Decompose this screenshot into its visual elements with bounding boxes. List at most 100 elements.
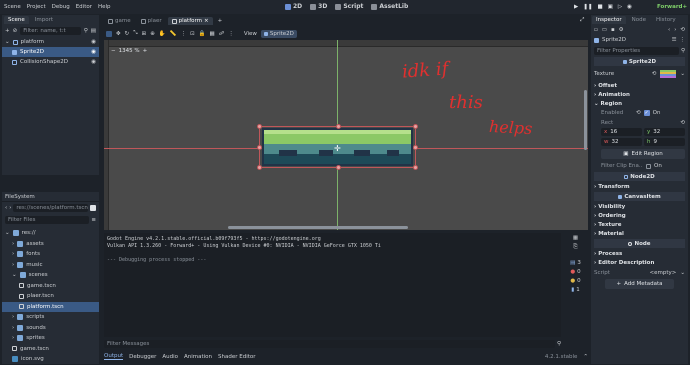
renderer-select[interactable]: Forward+ xyxy=(657,4,687,10)
sprite-selection-box[interactable]: ✛ xyxy=(257,124,418,170)
pause-icon[interactable]: ❚❚ xyxy=(583,4,592,10)
menu-editor[interactable]: Editor xyxy=(76,4,92,10)
pivot-icon[interactable]: ✛ xyxy=(334,144,341,153)
section-animation[interactable]: › Animation xyxy=(591,90,688,99)
new-resource-icon[interactable]: ▫ xyxy=(594,27,598,33)
collapse-arrow-icon[interactable]: › xyxy=(12,251,14,257)
stop-icon[interactable]: ■ xyxy=(597,4,602,10)
zoom-level[interactable]: 1345 % xyxy=(119,48,140,54)
tab-game[interactable]: game xyxy=(104,17,135,25)
tree-item-collisionshape2d[interactable]: CollisionShape2D ◉ xyxy=(2,57,99,67)
collapse-arrow-icon[interactable]: › xyxy=(12,314,14,320)
filesystem-item[interactable]: › sounds xyxy=(2,323,99,334)
view-menu[interactable]: View xyxy=(244,31,257,37)
script-value[interactable]: <empty> xyxy=(650,270,677,276)
selectable-tool-icon[interactable]: ⊞ xyxy=(142,31,147,37)
section-visibility[interactable]: › Visibility xyxy=(591,202,688,211)
filesystem-item[interactable]: ⌄ scenes xyxy=(2,270,99,281)
tab-node[interactable]: Node xyxy=(628,16,650,24)
play-icon[interactable]: ▶ xyxy=(574,4,578,10)
rect-h-field[interactable]: h9 xyxy=(644,138,685,146)
output-log[interactable]: Godot Engine v4.2.1.stable.official.b09f… xyxy=(104,233,561,337)
tree-item-platform[interactable]: ⌄ platform ◉ xyxy=(2,37,99,47)
movie-icon[interactable]: ◉ xyxy=(627,4,632,10)
tab-scene[interactable]: Scene xyxy=(4,16,29,24)
collapse-arrow-icon[interactable]: › xyxy=(12,335,14,341)
distraction-free-icon[interactable]: ⤢ xyxy=(580,17,584,24)
filter-message-count[interactable]: ▮ 1 xyxy=(571,287,580,293)
add-node-icon[interactable]: + xyxy=(5,28,10,34)
section-region[interactable]: ⌄ Region xyxy=(591,99,688,108)
section-transform[interactable]: › Transform xyxy=(591,182,688,191)
menu-project[interactable]: Project xyxy=(27,4,46,10)
search-icon[interactable]: ⚲ xyxy=(557,341,561,347)
filesystem-item[interactable]: › sprites xyxy=(2,333,99,344)
add-tab-icon[interactable]: + xyxy=(215,18,223,24)
workspace-script[interactable]: Script xyxy=(335,3,363,10)
zoom-in-icon[interactable]: + xyxy=(143,48,148,54)
snap-icon[interactable]: ⋮ xyxy=(181,31,187,37)
rect-w-field[interactable]: w 32 xyxy=(601,138,642,146)
back-icon[interactable]: ‹ xyxy=(668,27,670,33)
tab-import[interactable]: Import xyxy=(31,16,57,24)
visibility-eye-icon[interactable]: ◉ xyxy=(91,59,96,65)
lock-icon[interactable]: 🔒 xyxy=(199,31,206,37)
filesystem-item[interactable]: game.tscn xyxy=(2,281,99,292)
search-icon[interactable]: ⚲ xyxy=(84,28,88,34)
checkbox-unchecked-icon[interactable] xyxy=(646,163,651,169)
filter-error-count[interactable]: ● 0 xyxy=(570,269,580,275)
filesystem-item[interactable]: › scripts xyxy=(2,312,99,323)
section-material[interactable]: › Material xyxy=(591,229,688,238)
filesystem-path-input[interactable]: res://scenes/platform.tscn xyxy=(13,204,88,212)
visibility-eye-icon[interactable]: ◉ xyxy=(91,39,96,45)
reset-icon[interactable]: ⟲ xyxy=(636,110,641,116)
doc-icon[interactable]: ☰ xyxy=(672,37,677,43)
play-scene-icon[interactable]: ▷ xyxy=(618,4,622,10)
tab-output[interactable]: Output xyxy=(104,353,124,360)
sprite2d-menu[interactable]: Sprite2D xyxy=(260,29,297,38)
forward-icon[interactable]: › xyxy=(9,205,11,211)
workspace-assetlib[interactable]: AssetLib xyxy=(371,3,408,10)
menu-debug[interactable]: Debug xyxy=(52,4,70,10)
tab-history[interactable]: History xyxy=(652,16,680,24)
resize-handle[interactable] xyxy=(413,145,418,150)
vertical-scrollbar[interactable] xyxy=(584,90,587,150)
section-offset[interactable]: › Offset xyxy=(591,81,688,90)
sort-icon[interactable]: ≡ xyxy=(91,217,96,223)
tab-inspector[interactable]: Inspector xyxy=(592,16,626,24)
history-icon[interactable]: ⟲ xyxy=(680,27,685,33)
tab-animation[interactable]: Animation xyxy=(184,354,212,360)
resize-handle[interactable] xyxy=(257,124,262,129)
tools-icon[interactable]: ⚙ xyxy=(619,27,624,33)
inspected-node-name[interactable]: Sprite2D xyxy=(602,37,626,43)
collapse-arrow-icon[interactable]: › xyxy=(12,262,14,268)
resize-handle[interactable] xyxy=(257,165,262,170)
more-icon[interactable]: ⋮ xyxy=(228,31,234,37)
visibility-eye-icon[interactable]: ◉ xyxy=(91,49,96,55)
canvas-viewport[interactable]: − 1345 % + ✛ idk if this helps xyxy=(104,40,588,230)
filesystem-item[interactable]: ⌄ res:// xyxy=(2,228,99,239)
dropdown-icon[interactable]: ⌄ xyxy=(680,71,685,77)
texture-preview[interactable] xyxy=(659,69,677,79)
pan-tool-icon[interactable]: ✋ xyxy=(159,31,166,37)
inspector-filter-input[interactable]: Filter Properties xyxy=(594,46,679,55)
section-texture[interactable]: › Texture xyxy=(591,220,688,229)
filesystem-item[interactable]: › fonts xyxy=(2,249,99,260)
filesystem-item[interactable]: icon.svg xyxy=(2,354,99,365)
add-metadata-button[interactable]: + Add Metadata xyxy=(605,279,674,289)
forward-icon[interactable]: › xyxy=(674,27,676,33)
zoom-out-icon[interactable]: − xyxy=(111,48,116,54)
tree-item-sprite2d[interactable]: Sprite2D ◉ xyxy=(2,47,99,57)
section-editor-description[interactable]: › Editor Description xyxy=(591,258,688,267)
search-icon[interactable]: ⚲ xyxy=(681,48,685,54)
filesystem-item[interactable]: game.tscn xyxy=(2,344,99,355)
expand-arrow-icon[interactable]: ⌄ xyxy=(12,272,17,278)
save-icon[interactable]: ▪ xyxy=(611,27,615,33)
filesystem-filter-input[interactable]: Filter Files xyxy=(5,216,90,224)
filesystem-item[interactable]: › music xyxy=(2,260,99,271)
resize-handle[interactable] xyxy=(413,165,418,170)
reset-icon[interactable]: ⟲ xyxy=(680,120,685,126)
link-icon[interactable]: ⊘ xyxy=(13,28,18,34)
checkbox-checked-icon[interactable]: ✓ xyxy=(643,110,650,116)
edit-region-button[interactable]: ▣ Edit Region xyxy=(601,149,685,159)
